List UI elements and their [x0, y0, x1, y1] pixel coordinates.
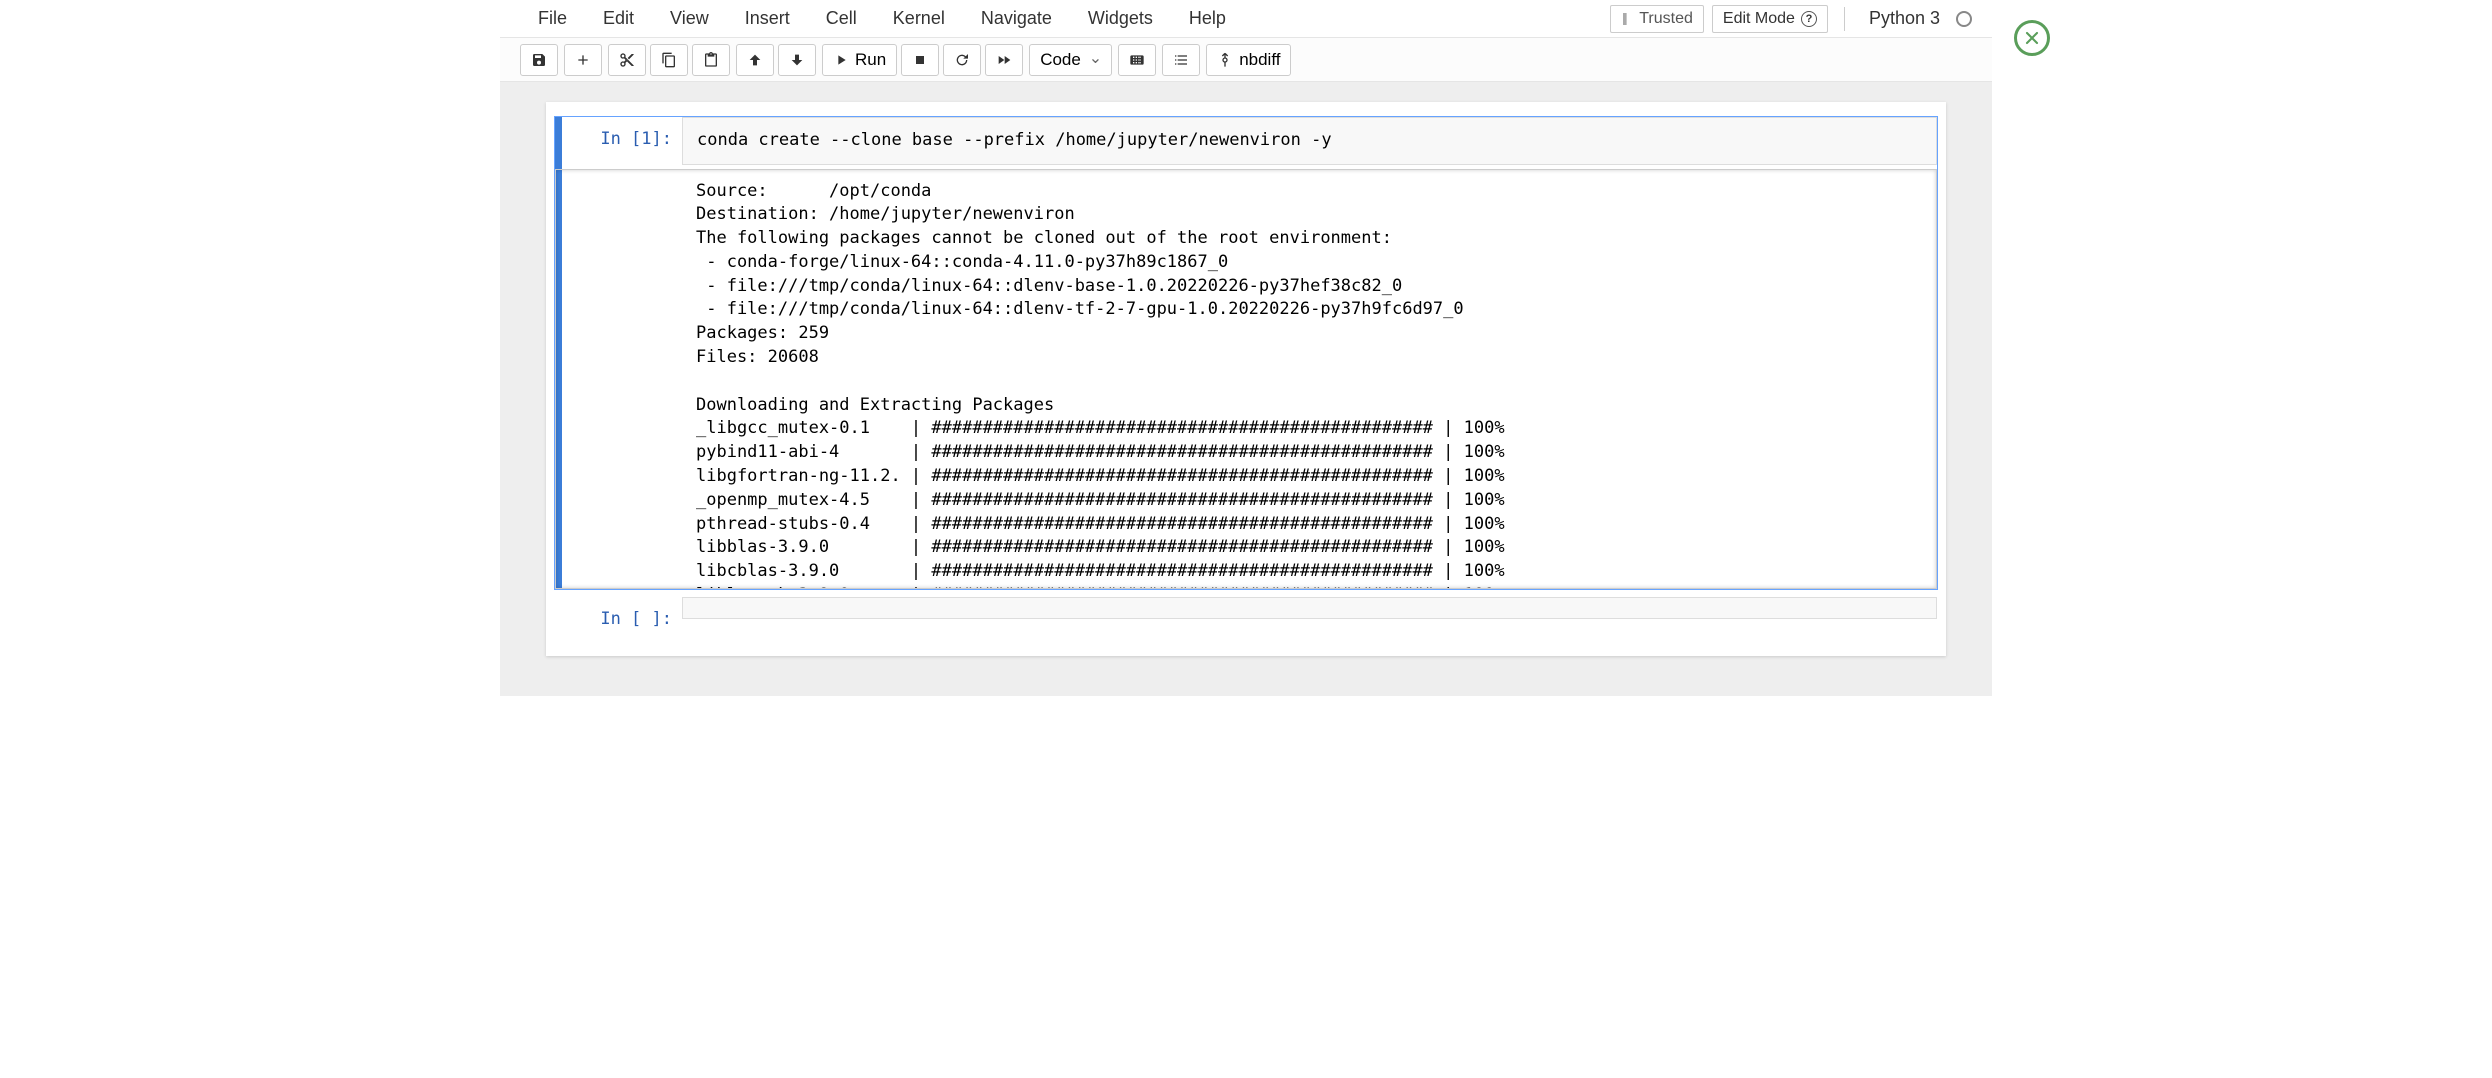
restart-icon: [954, 52, 970, 68]
restart-run-all-button[interactable]: [985, 44, 1023, 76]
interrupt-button[interactable]: [901, 44, 939, 76]
list-icon: [1173, 52, 1189, 68]
fast-forward-icon: [996, 52, 1012, 68]
code-cell[interactable]: In [1]: conda create --clone base --pref…: [554, 116, 1938, 590]
run-label: Run: [855, 50, 886, 70]
arrow-down-icon: [789, 52, 805, 68]
paste-icon: [703, 52, 719, 68]
cut-icon: [619, 52, 635, 68]
input-prompt: In [ ]:: [562, 597, 682, 641]
output-area[interactable]: Source: /opt/conda Destination: /home/ju…: [555, 169, 1937, 589]
edit-mode-indicator[interactable]: Edit Mode ?: [1712, 5, 1828, 33]
menu-insert[interactable]: Insert: [727, 0, 808, 37]
copy-icon: [661, 52, 677, 68]
menu-right: ▬ Trusted Edit Mode ? Python 3: [1610, 5, 1972, 33]
notebook-background: In [1]: conda create --clone base --pref…: [500, 82, 1992, 696]
command-palette-button[interactable]: [1118, 44, 1156, 76]
cell-type-select[interactable]: Code: [1029, 44, 1112, 76]
menu-widgets[interactable]: Widgets: [1070, 0, 1171, 37]
edit-mode-label: Edit Mode: [1723, 10, 1795, 28]
save-icon: [531, 52, 547, 68]
menu-help[interactable]: Help: [1171, 0, 1244, 37]
notebook-container: In [1]: conda create --clone base --pref…: [546, 102, 1946, 656]
cut-button[interactable]: [608, 44, 646, 76]
menu-navigate[interactable]: Navigate: [963, 0, 1070, 37]
trusted-indicator[interactable]: ▬ Trusted: [1610, 5, 1704, 33]
paste-button[interactable]: [692, 44, 730, 76]
code-input[interactable]: conda create --clone base --prefix /home…: [682, 117, 1937, 165]
stop-icon: [912, 52, 928, 68]
menu-view[interactable]: View: [652, 0, 727, 37]
plus-icon: [575, 52, 591, 68]
save-button[interactable]: [520, 44, 558, 76]
help-icon: ?: [1801, 11, 1817, 27]
kernel-indicator-icon[interactable]: [1956, 11, 1972, 27]
menu-cell[interactable]: Cell: [808, 0, 875, 37]
eject-icon: ▬: [1620, 13, 1634, 25]
trusted-label: Trusted: [1639, 10, 1693, 28]
add-cell-button[interactable]: [564, 44, 602, 76]
menu-bar: File Edit View Insert Cell Kernel Naviga…: [500, 0, 1992, 38]
close-button[interactable]: [2014, 20, 2050, 56]
close-icon: [2022, 28, 2042, 48]
menu-kernel[interactable]: Kernel: [875, 0, 963, 37]
nbdiff-button[interactable]: nbdiff: [1206, 44, 1291, 76]
toc-button[interactable]: [1162, 44, 1200, 76]
divider: [1844, 7, 1845, 31]
nbdiff-label: nbdiff: [1239, 50, 1280, 70]
play-icon: [833, 52, 849, 68]
menu-edit[interactable]: Edit: [585, 0, 652, 37]
menu-items: File Edit View Insert Cell Kernel Naviga…: [520, 0, 1244, 37]
move-up-button[interactable]: [736, 44, 774, 76]
code-input[interactable]: [682, 597, 1937, 619]
run-button[interactable]: Run: [822, 44, 897, 76]
keyboard-icon: [1129, 52, 1145, 68]
toolbar: Run Code nbdiff: [500, 38, 1992, 82]
kernel-name[interactable]: Python 3: [1861, 8, 1948, 29]
code-cell[interactable]: In [ ]:: [554, 596, 1938, 642]
git-icon: [1217, 52, 1233, 68]
restart-button[interactable]: [943, 44, 981, 76]
cell-selection-marker: [555, 597, 562, 641]
arrow-up-icon: [747, 52, 763, 68]
copy-button[interactable]: [650, 44, 688, 76]
move-down-button[interactable]: [778, 44, 816, 76]
menu-file[interactable]: File: [520, 0, 585, 37]
